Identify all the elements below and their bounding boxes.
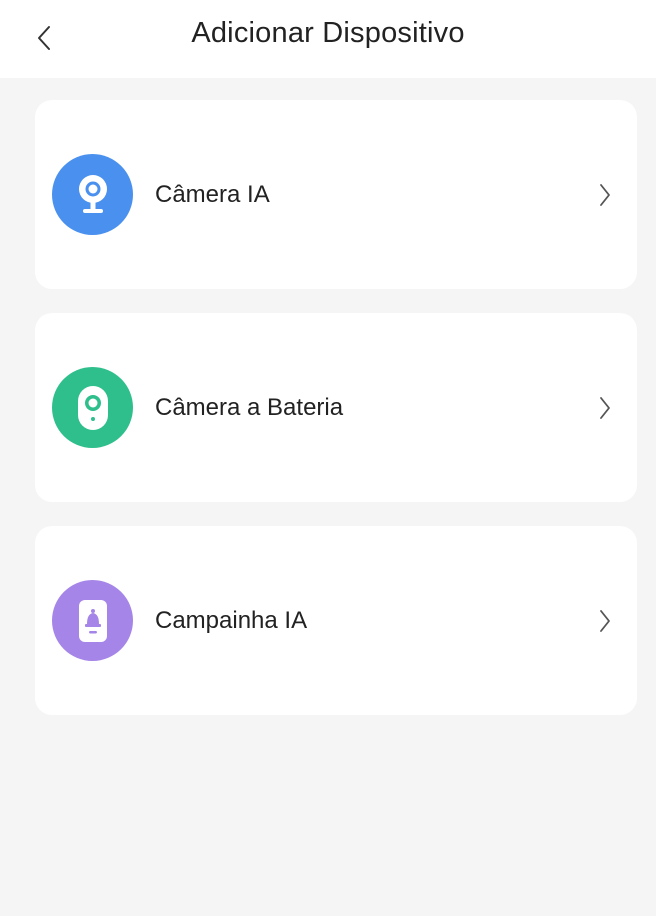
device-label: Câmera a Bateria <box>155 393 344 421</box>
chevron-right-icon <box>585 601 625 641</box>
device-card-ai-camera[interactable]: Câmera IA <box>35 100 637 289</box>
device-label: Câmera IA <box>155 180 270 208</box>
device-card-battery-camera[interactable]: Câmera a Bateria <box>35 313 637 502</box>
device-list: Câmera IA Câmera a Bateria Campainha IA <box>0 78 656 715</box>
device-card-ai-doorbell[interactable]: Campainha IA <box>35 526 637 715</box>
chevron-right-icon <box>585 388 625 428</box>
battery-camera-icon <box>52 367 133 448</box>
app-header: Adicionar Dispositivo <box>0 0 656 78</box>
ai-camera-icon <box>52 154 133 235</box>
page-title: Adicionar Dispositivo <box>191 17 465 49</box>
chevron-right-icon <box>585 175 625 215</box>
device-label: Campainha IA <box>155 606 308 634</box>
doorbell-icon <box>52 580 133 661</box>
